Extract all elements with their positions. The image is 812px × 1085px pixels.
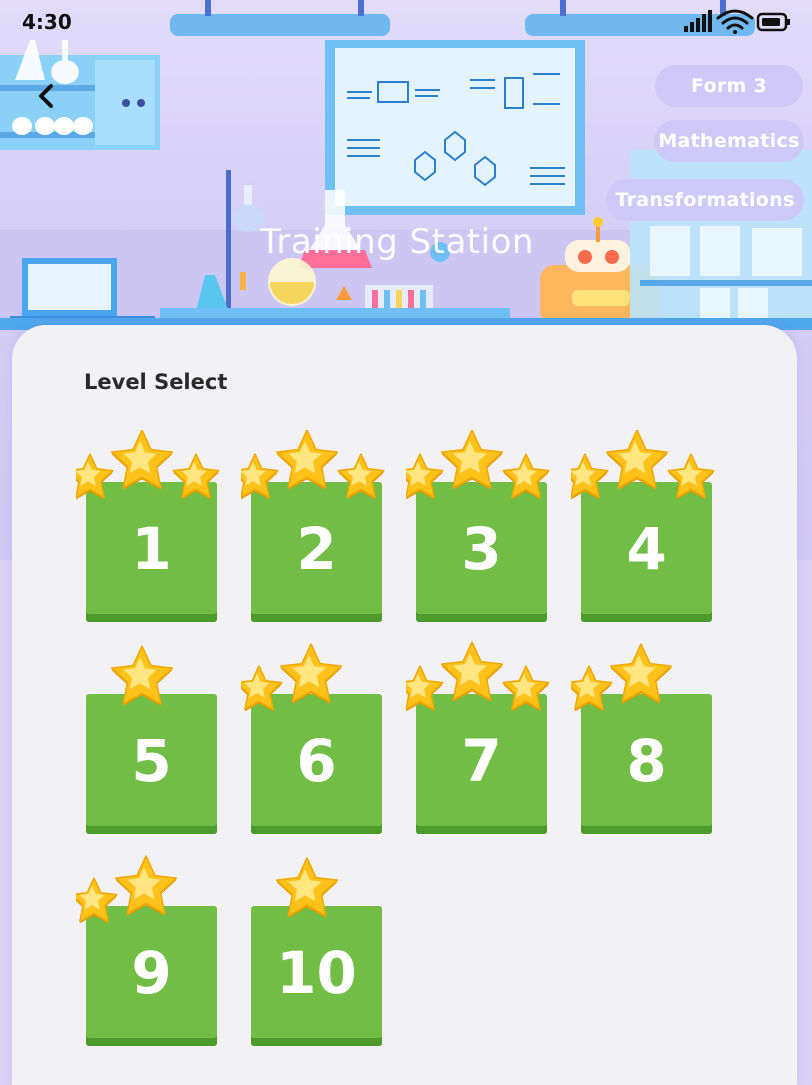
- star-icon: [76, 877, 118, 924]
- level-tile[interactable]: 5: [86, 645, 217, 834]
- level-tile[interactable]: 9: [76, 855, 217, 1046]
- star-icon: [337, 453, 385, 500]
- star-icon: [76, 453, 114, 500]
- level-stars: [571, 643, 673, 712]
- level-stars: [275, 857, 339, 918]
- level-tile[interactable]: 10: [251, 857, 382, 1046]
- subject-chip[interactable]: Mathematics: [654, 120, 804, 162]
- status-icons: [642, 8, 792, 36]
- star-icon: [406, 453, 444, 500]
- level-stars: [76, 855, 178, 924]
- chevron-left-icon: [39, 84, 53, 108]
- status-time: 4:30: [22, 10, 72, 34]
- wifi-icon: [716, 9, 754, 34]
- star-icon: [502, 665, 550, 712]
- star-icon: [110, 430, 174, 490]
- signal-icon: [684, 10, 712, 32]
- level-stars: [76, 430, 220, 500]
- star-icon: [609, 643, 673, 704]
- page-title: Training Station: [260, 222, 534, 262]
- level-stars: [241, 643, 343, 712]
- back-button[interactable]: [26, 76, 66, 116]
- star-icon: [279, 643, 343, 704]
- star-icon: [241, 665, 283, 712]
- level-tile[interactable]: 3: [406, 430, 550, 622]
- level-tile[interactable]: 8: [571, 643, 712, 834]
- star-icon: [440, 430, 504, 490]
- level-select-title: Level Select: [84, 370, 228, 394]
- star-icon: [172, 453, 220, 500]
- level-tile[interactable]: 4: [571, 430, 715, 622]
- star-icon: [605, 430, 669, 490]
- star-icon: [571, 453, 609, 500]
- star-icon: [502, 453, 550, 500]
- level-stars: [406, 430, 550, 500]
- level-stars: [406, 642, 550, 712]
- star-icon: [241, 453, 279, 500]
- level-tile[interactable]: 2: [241, 430, 385, 622]
- star-icon: [275, 430, 339, 490]
- topic-chip[interactable]: Transformations: [606, 179, 804, 221]
- star-icon: [114, 855, 178, 916]
- star-icon: [667, 453, 715, 500]
- star-icon: [571, 665, 613, 712]
- battery-icon: [756, 12, 790, 32]
- level-stars: [110, 645, 174, 706]
- level-tile[interactable]: 7: [406, 642, 550, 834]
- star-icon: [440, 642, 504, 702]
- status-bar: 4:30: [0, 0, 812, 44]
- form-chip[interactable]: Form 3: [655, 65, 803, 107]
- level-stars: [241, 430, 385, 500]
- level-stars: [571, 430, 715, 500]
- star-icon: [406, 665, 444, 712]
- level-tile[interactable]: 6: [241, 643, 382, 834]
- star-icon: [275, 857, 339, 918]
- star-icon: [110, 645, 174, 706]
- level-tile[interactable]: 1: [76, 430, 220, 622]
